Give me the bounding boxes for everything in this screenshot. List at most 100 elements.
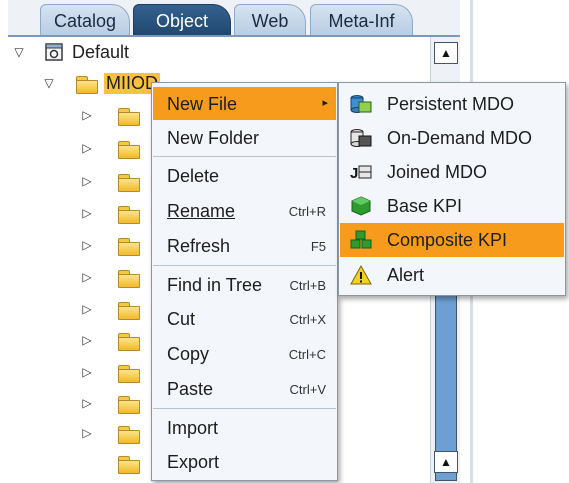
folder-icon [118, 106, 140, 126]
expand-icon[interactable]: ▷ [80, 174, 94, 188]
menu-item-shortcut: Ctrl+V [289, 382, 326, 397]
tab-meta-inf[interactable]: Meta-Inf [310, 4, 413, 35]
folder-icon [118, 172, 140, 192]
application-window: Catalog Object Web Meta-Inf ▽ Default ▽ … [0, 0, 569, 483]
folder-icon [118, 268, 140, 288]
svg-text:J: J [350, 165, 358, 182]
folder-icon [118, 424, 140, 444]
folder-icon [118, 331, 140, 351]
menu-item-refresh[interactable]: Refresh F5 [153, 229, 336, 262]
menu-item-shortcut: Ctrl+R [288, 204, 326, 219]
tab-catalog[interactable]: Catalog [40, 4, 130, 35]
tree-child-row[interactable]: ▷ [80, 418, 140, 448]
new-file-submenu: Persistent MDO On-Demand MDO J Joined MD… [338, 82, 566, 296]
folder-icon [118, 204, 140, 224]
menu-item-label: Cut [167, 309, 196, 329]
menu-item-cut[interactable]: Cut Ctrl+X [153, 302, 336, 335]
arrow-up-icon: ▲ [440, 455, 452, 469]
tree-child-row[interactable]: ▷ [80, 357, 140, 387]
tree-child-row[interactable]: ▷ [80, 166, 140, 196]
menu-item-label: Find in Tree [167, 275, 263, 295]
menu-separator [153, 265, 336, 266]
menu-item-shortcut: Ctrl+X [289, 312, 326, 327]
menu-item-label: Refresh [167, 236, 231, 256]
folder-icon [118, 236, 140, 256]
tree-root-row[interactable]: ▽ Default [12, 37, 129, 67]
menu-item-label: Copy [167, 344, 210, 364]
expand-icon[interactable]: ▷ [80, 333, 94, 347]
menu-item-rename[interactable]: Rename Ctrl+R [153, 194, 336, 227]
submenu-item-joined-mdo[interactable]: J Joined MDO [340, 155, 564, 189]
folder-icon [118, 394, 140, 414]
expand-icon[interactable]: ▷ [80, 206, 94, 220]
scroll-up-button[interactable]: ▲ [434, 451, 458, 473]
menu-item-label: New Folder [167, 128, 260, 148]
menu-item-new-file[interactable]: New File ▸ [153, 87, 336, 120]
tree-child-row[interactable]: ▷ [80, 262, 140, 292]
menu-item-label: New File [167, 94, 238, 114]
folder-icon [76, 74, 98, 94]
menu-item-export[interactable]: Export [153, 445, 336, 478]
menu-item-label: Export [167, 452, 220, 472]
tree-child-row[interactable]: ▷ [80, 100, 140, 130]
folder-icon [118, 363, 140, 383]
submenu-item-persistent-mdo[interactable]: Persistent MDO [340, 87, 564, 121]
submenu-item-label: On-Demand MDO [387, 128, 533, 148]
menu-item-delete[interactable]: Delete [153, 159, 336, 192]
menu-item-import[interactable]: Import [153, 411, 336, 444]
menu-separator [153, 156, 336, 157]
tree-child-row[interactable]: ▷ [80, 198, 140, 228]
tab-catalog-label: Catalog [53, 11, 117, 31]
submenu-item-on-demand-mdo[interactable]: On-Demand MDO [340, 121, 564, 155]
tree-child-row[interactable]: ▷ [80, 294, 140, 324]
submenu-item-label: Joined MDO [387, 162, 488, 182]
tab-web-label: Web [251, 11, 289, 31]
menu-item-label: Delete [167, 166, 220, 186]
tree-child-row[interactable]: ▷ [80, 133, 140, 163]
folder-icon [118, 300, 140, 320]
expand-icon[interactable]: ▷ [80, 108, 94, 122]
tree-child-row[interactable]: ▷ [80, 388, 140, 418]
persistent-mdo-icon [350, 95, 372, 113]
collapse-icon[interactable]: ▽ [12, 45, 26, 59]
collapse-icon[interactable]: ▽ [42, 76, 56, 90]
tab-object[interactable]: Object [133, 4, 231, 35]
menu-item-shortcut: F5 [310, 239, 326, 254]
submenu-arrow-icon: ▸ [322, 97, 328, 109]
menu-item-new-folder[interactable]: New Folder [153, 121, 336, 154]
menu-item-shortcut: Ctrl+C [288, 347, 326, 362]
submenu-item-label: Persistent MDO [387, 94, 515, 114]
menu-item-label: Import [167, 418, 219, 438]
tab-object-label: Object [155, 11, 209, 31]
expand-icon[interactable]: ▷ [80, 302, 94, 316]
tree-child-row[interactable] [80, 448, 140, 478]
base-kpi-icon [351, 196, 371, 216]
menu-item-label: Rename [167, 201, 236, 221]
on-demand-mdo-icon [350, 129, 372, 147]
menu-item-paste[interactable]: Paste Ctrl+V [153, 372, 336, 405]
menu-item-shortcut: Ctrl+B [289, 278, 326, 293]
tab-web[interactable]: Web [234, 4, 306, 35]
expand-icon[interactable]: ▷ [80, 238, 94, 252]
submenu-item-alert[interactable]: Alert [340, 258, 564, 292]
expand-icon[interactable]: ▷ [80, 426, 94, 440]
menu-item-copy[interactable]: Copy Ctrl+C [153, 337, 336, 370]
submenu-item-base-kpi[interactable]: Base KPI [340, 189, 564, 223]
composite-kpi-icon [350, 230, 372, 249]
context-menu: New File ▸ New Folder Delete Rename Ctrl… [151, 82, 338, 481]
menu-item-find-in-tree[interactable]: Find in Tree Ctrl+B [153, 268, 336, 301]
expand-icon[interactable]: ▷ [80, 396, 94, 410]
alert-icon [350, 265, 372, 285]
expand-icon[interactable]: ▷ [80, 365, 94, 379]
arrow-up-icon: ▲ [440, 46, 452, 60]
tree-selected-row[interactable]: ▽ MIIOD [42, 68, 160, 98]
menu-separator [153, 408, 336, 409]
expand-icon[interactable]: ▷ [80, 270, 94, 284]
scroll-up-button[interactable]: ▲ [434, 42, 458, 64]
submenu-item-composite-kpi[interactable]: Composite KPI [340, 223, 564, 257]
tree-child-row[interactable]: ▷ [80, 325, 140, 355]
expand-icon[interactable]: ▷ [80, 141, 94, 155]
submenu-item-label: Composite KPI [387, 230, 508, 250]
joined-mdo-icon: J [350, 165, 372, 182]
tree-child-row[interactable]: ▷ [80, 230, 140, 260]
